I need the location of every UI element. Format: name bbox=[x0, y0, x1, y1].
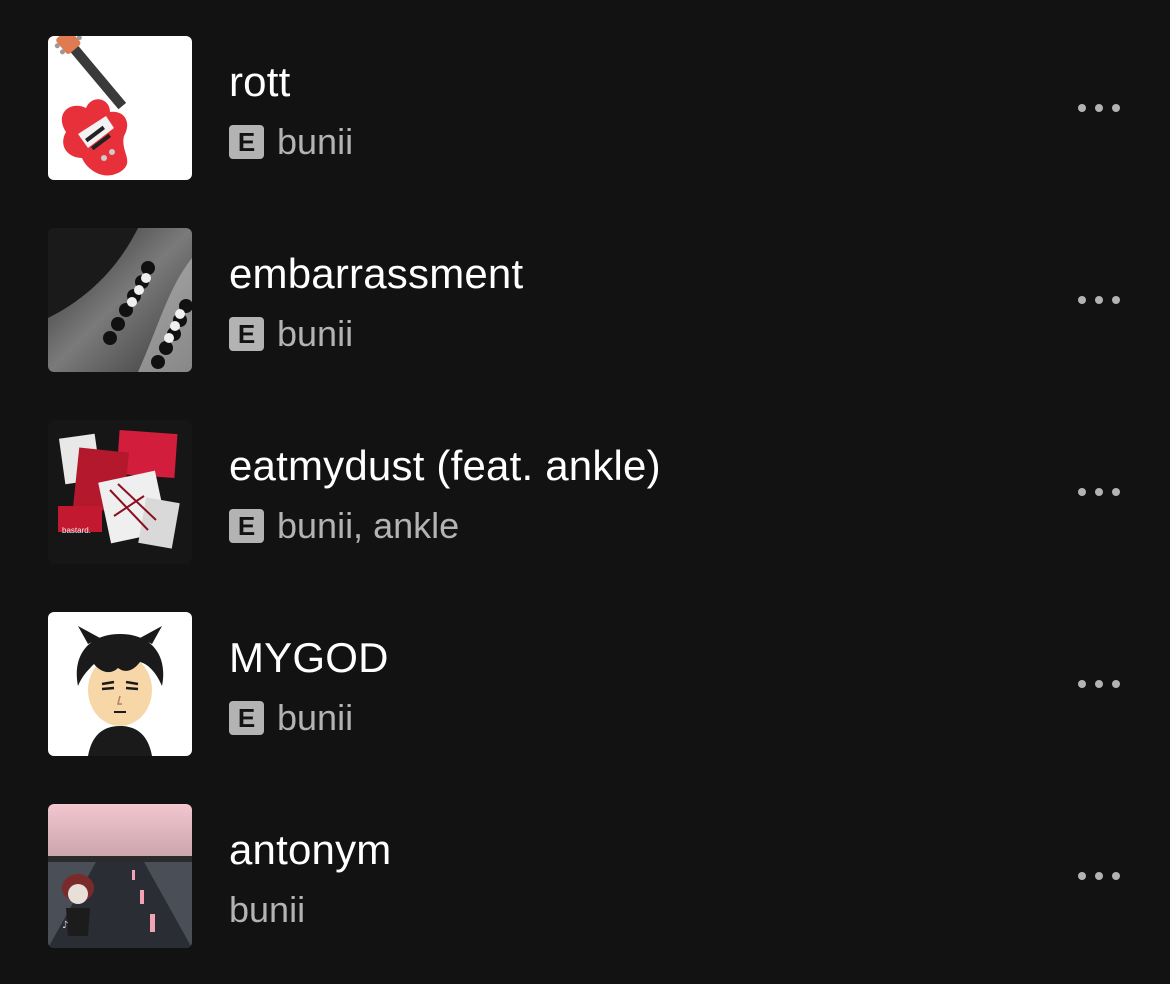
album-art: bastard. bbox=[48, 420, 192, 564]
more-options-icon-dot bbox=[1112, 104, 1120, 112]
more-options-icon bbox=[1078, 488, 1086, 496]
more-options-icon-dot bbox=[1095, 872, 1103, 880]
explicit-badge: E bbox=[229, 125, 264, 159]
more-options-button[interactable] bbox=[1064, 84, 1134, 132]
track-meta: E bunii bbox=[229, 694, 353, 742]
track-title: rott bbox=[229, 58, 291, 105]
more-options-button[interactable] bbox=[1064, 468, 1134, 516]
art-caption: bastard. bbox=[62, 526, 91, 535]
explicit-badge: E bbox=[229, 701, 264, 735]
more-options-icon-dot bbox=[1095, 296, 1103, 304]
track-row-rott[interactable]: rott E bunii bbox=[0, 0, 1170, 192]
track-title: eatmydust (feat. ankle) bbox=[229, 442, 661, 489]
album-art bbox=[48, 612, 192, 756]
road-illustration-art: ♪ bbox=[48, 804, 192, 948]
more-options-icon bbox=[1078, 104, 1086, 112]
svg-text:♪: ♪ bbox=[62, 920, 68, 931]
explicit-badge: E bbox=[229, 509, 264, 543]
track-row-embarrassment[interactable]: embarrassment E bunii bbox=[0, 192, 1170, 384]
more-options-icon bbox=[1078, 296, 1086, 304]
track-title: embarrassment bbox=[229, 250, 524, 297]
track-list: rott E bunii embarrassment E bunii basta… bbox=[0, 0, 1170, 984]
explicit-badge: E bbox=[229, 317, 264, 351]
more-options-icon-dot bbox=[1112, 296, 1120, 304]
track-meta: E bunii bbox=[229, 310, 353, 358]
more-options-icon-dot bbox=[1112, 872, 1120, 880]
more-options-button[interactable] bbox=[1064, 660, 1134, 708]
track-meta: bunii bbox=[229, 886, 305, 934]
more-options-icon-dot bbox=[1095, 488, 1103, 496]
more-options-icon-dot bbox=[1112, 680, 1120, 688]
beaded-bracelet-photo-art bbox=[48, 228, 192, 372]
more-options-icon-dot bbox=[1095, 680, 1103, 688]
track-meta: E bunii, ankle bbox=[229, 502, 459, 550]
more-options-icon bbox=[1078, 872, 1086, 880]
more-options-icon-dot bbox=[1095, 104, 1103, 112]
electric-guitar-art bbox=[48, 36, 192, 180]
track-row-antonym[interactable]: ♪ antonym bunii bbox=[0, 768, 1170, 960]
more-options-icon bbox=[1078, 680, 1086, 688]
red-collage-art: bastard. bbox=[48, 420, 192, 564]
track-artist[interactable]: bunii bbox=[277, 694, 353, 742]
track-artist[interactable]: bunii bbox=[277, 118, 353, 166]
track-artist[interactable]: bunii bbox=[277, 310, 353, 358]
album-art bbox=[48, 36, 192, 180]
track-title: MYGOD bbox=[229, 634, 389, 681]
track-artist[interactable]: bunii bbox=[229, 886, 305, 934]
more-options-button[interactable] bbox=[1064, 852, 1134, 900]
album-art: ♪ bbox=[48, 804, 192, 948]
track-row-mygod[interactable]: MYGOD E bunii bbox=[0, 576, 1170, 768]
cartoon-avatar-art bbox=[48, 612, 192, 756]
album-art bbox=[48, 228, 192, 372]
more-options-button[interactable] bbox=[1064, 276, 1134, 324]
track-row-eatmydust[interactable]: bastard. eatmydust (feat. ankle) E bunii… bbox=[0, 384, 1170, 576]
track-meta: E bunii bbox=[229, 118, 353, 166]
track-artist[interactable]: bunii, ankle bbox=[277, 502, 459, 550]
track-title: antonym bbox=[229, 826, 392, 873]
more-options-icon-dot bbox=[1112, 488, 1120, 496]
